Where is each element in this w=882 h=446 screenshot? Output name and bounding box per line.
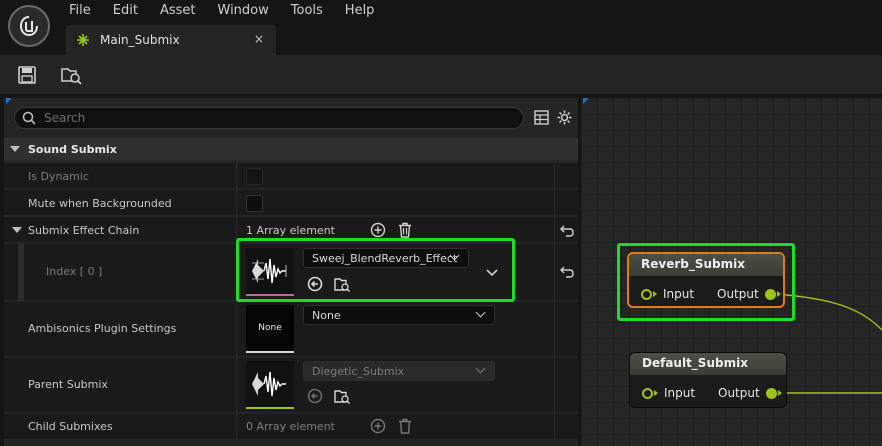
toolbar: [0, 55, 882, 95]
ambisonics-dropdown[interactable]: None: [303, 305, 495, 325]
search-input[interactable]: [44, 111, 484, 125]
input-label: Input: [664, 386, 696, 400]
tab-main-submix[interactable]: Main_Submix ×: [66, 25, 276, 55]
settings-gear-icon[interactable]: [557, 110, 572, 125]
expand-arrow-icon[interactable]: [12, 227, 22, 233]
submix-waveform-icon: [252, 371, 286, 397]
menu-tools[interactable]: Tools: [291, 3, 323, 18]
mute-backgrounded-label: Mute when Backgrounded: [28, 197, 172, 210]
is-dynamic-label: Is Dynamic: [28, 170, 89, 183]
pin-arrow-icon: [777, 390, 782, 396]
effect-chain-label: Submix Effect Chain: [28, 224, 140, 237]
mute-backgrounded-checkbox[interactable]: [246, 195, 263, 212]
column-divider: [554, 217, 555, 242]
column-divider: [236, 302, 237, 356]
menu-window[interactable]: Window: [218, 3, 269, 18]
row-mute-backgrounded: Mute when Backgrounded: [4, 190, 578, 216]
parent-submix-dropdown[interactable]: Diegetic_Submix: [303, 361, 495, 381]
row-is-dynamic: Is Dynamic: [4, 163, 578, 189]
node-default-submix[interactable]: Default_Submix Input Output: [629, 352, 787, 408]
title-bar: File Edit Asset Window Tools Help Main_S…: [0, 0, 882, 55]
row-parent-submix: Parent Submix Diegetic_Submix: [4, 358, 578, 413]
browse-to-asset-icon[interactable]: [334, 388, 350, 404]
tab-close-icon[interactable]: ×: [254, 32, 264, 46]
column-divider: [554, 163, 555, 188]
output-pin-icon: [765, 387, 777, 399]
chevron-down-icon: [475, 307, 486, 318]
parent-submix-thumbnail[interactable]: [246, 361, 294, 409]
collapse-arrow-icon: [10, 146, 20, 152]
effect-chain-count: 1 Array element: [246, 224, 335, 237]
unreal-logo-icon[interactable]: [8, 5, 50, 47]
output-pin-icon: [764, 288, 776, 300]
submix-graph[interactable]: Reverb_Submix Input Output Default_Submi…: [581, 98, 882, 446]
menu-edit[interactable]: Edit: [113, 3, 138, 18]
menu-asset[interactable]: Asset: [160, 3, 196, 18]
column-divider: [554, 190, 555, 215]
pin-arrow-icon: [776, 291, 781, 297]
category-sound-submix[interactable]: Sound Submix: [4, 138, 578, 160]
column-divider: [236, 414, 237, 439]
output-pin[interactable]: Output: [717, 287, 781, 301]
output-pin[interactable]: Output: [718, 386, 782, 400]
pin-arrow-icon: [653, 291, 657, 297]
submix-asset-icon: [77, 34, 89, 46]
table-view-icon[interactable]: [534, 110, 549, 125]
annotation-highlight-effect: [236, 238, 515, 302]
node-title: Default_Submix: [630, 353, 786, 375]
is-dynamic-checkbox[interactable]: [246, 168, 263, 185]
input-pin-icon: [642, 387, 653, 399]
browse-asset-icon[interactable]: [60, 64, 82, 86]
node-title: Reverb_Submix: [629, 254, 783, 276]
column-divider: [236, 190, 237, 215]
panel-corner-marker: [6, 98, 12, 104]
add-element-icon[interactable]: [370, 222, 386, 238]
column-divider: [236, 358, 237, 412]
pin-arrow-icon: [654, 390, 658, 396]
input-pin-icon: [641, 288, 652, 300]
search-box[interactable]: [14, 107, 524, 129]
input-pin[interactable]: Input: [641, 287, 694, 301]
indent-bar: [18, 244, 24, 301]
column-divider: [554, 358, 555, 412]
ambisonics-thumb-text: None: [258, 323, 282, 333]
column-divider: [236, 163, 237, 188]
index-label: Index [ 0 ]: [46, 265, 103, 278]
column-divider: [554, 302, 555, 356]
reset-to-default-icon[interactable]: [559, 264, 575, 280]
menu-file[interactable]: File: [69, 3, 91, 18]
input-pin[interactable]: Input: [642, 386, 695, 400]
child-submixes-label: Child Submixes: [28, 420, 113, 433]
ambisonics-label: Ambisonics Plugin Settings: [28, 322, 177, 335]
category-label: Sound Submix: [28, 142, 117, 156]
menu-help[interactable]: Help: [345, 3, 375, 18]
column-divider: [554, 414, 555, 439]
menu-bar: File Edit Asset Window Tools Help: [69, 3, 396, 18]
output-label: Output: [718, 386, 760, 400]
node-reverb-submix[interactable]: Reverb_Submix Input Output: [627, 252, 785, 308]
use-selected-asset-icon[interactable]: [307, 388, 323, 404]
child-submixes-count: 0 Array element: [246, 420, 335, 433]
input-label: Input: [663, 287, 695, 301]
parent-submix-value: Diegetic_Submix: [312, 364, 405, 378]
details-panel: Sound Submix Is Dynamic Mute when Backgr…: [4, 98, 578, 446]
save-icon[interactable]: [16, 64, 38, 86]
column-divider: [554, 244, 555, 300]
reset-to-default-icon[interactable]: [559, 223, 575, 239]
row-ambisonics-settings: Ambisonics Plugin Settings None None: [4, 302, 578, 357]
tab-label: Main_Submix: [100, 33, 180, 47]
delete-trash-icon[interactable]: [397, 418, 413, 434]
parent-submix-label: Parent Submix: [28, 378, 108, 391]
output-label: Output: [717, 287, 759, 301]
search-icon: [22, 111, 36, 125]
ambisonics-thumbnail[interactable]: None: [246, 305, 294, 353]
ambisonics-value: None: [312, 308, 341, 322]
delete-trash-icon[interactable]: [397, 222, 413, 238]
chevron-down-icon: [475, 363, 486, 374]
row-child-submixes: Child Submixes 0 Array element: [4, 414, 578, 440]
add-element-icon[interactable]: [370, 418, 386, 434]
